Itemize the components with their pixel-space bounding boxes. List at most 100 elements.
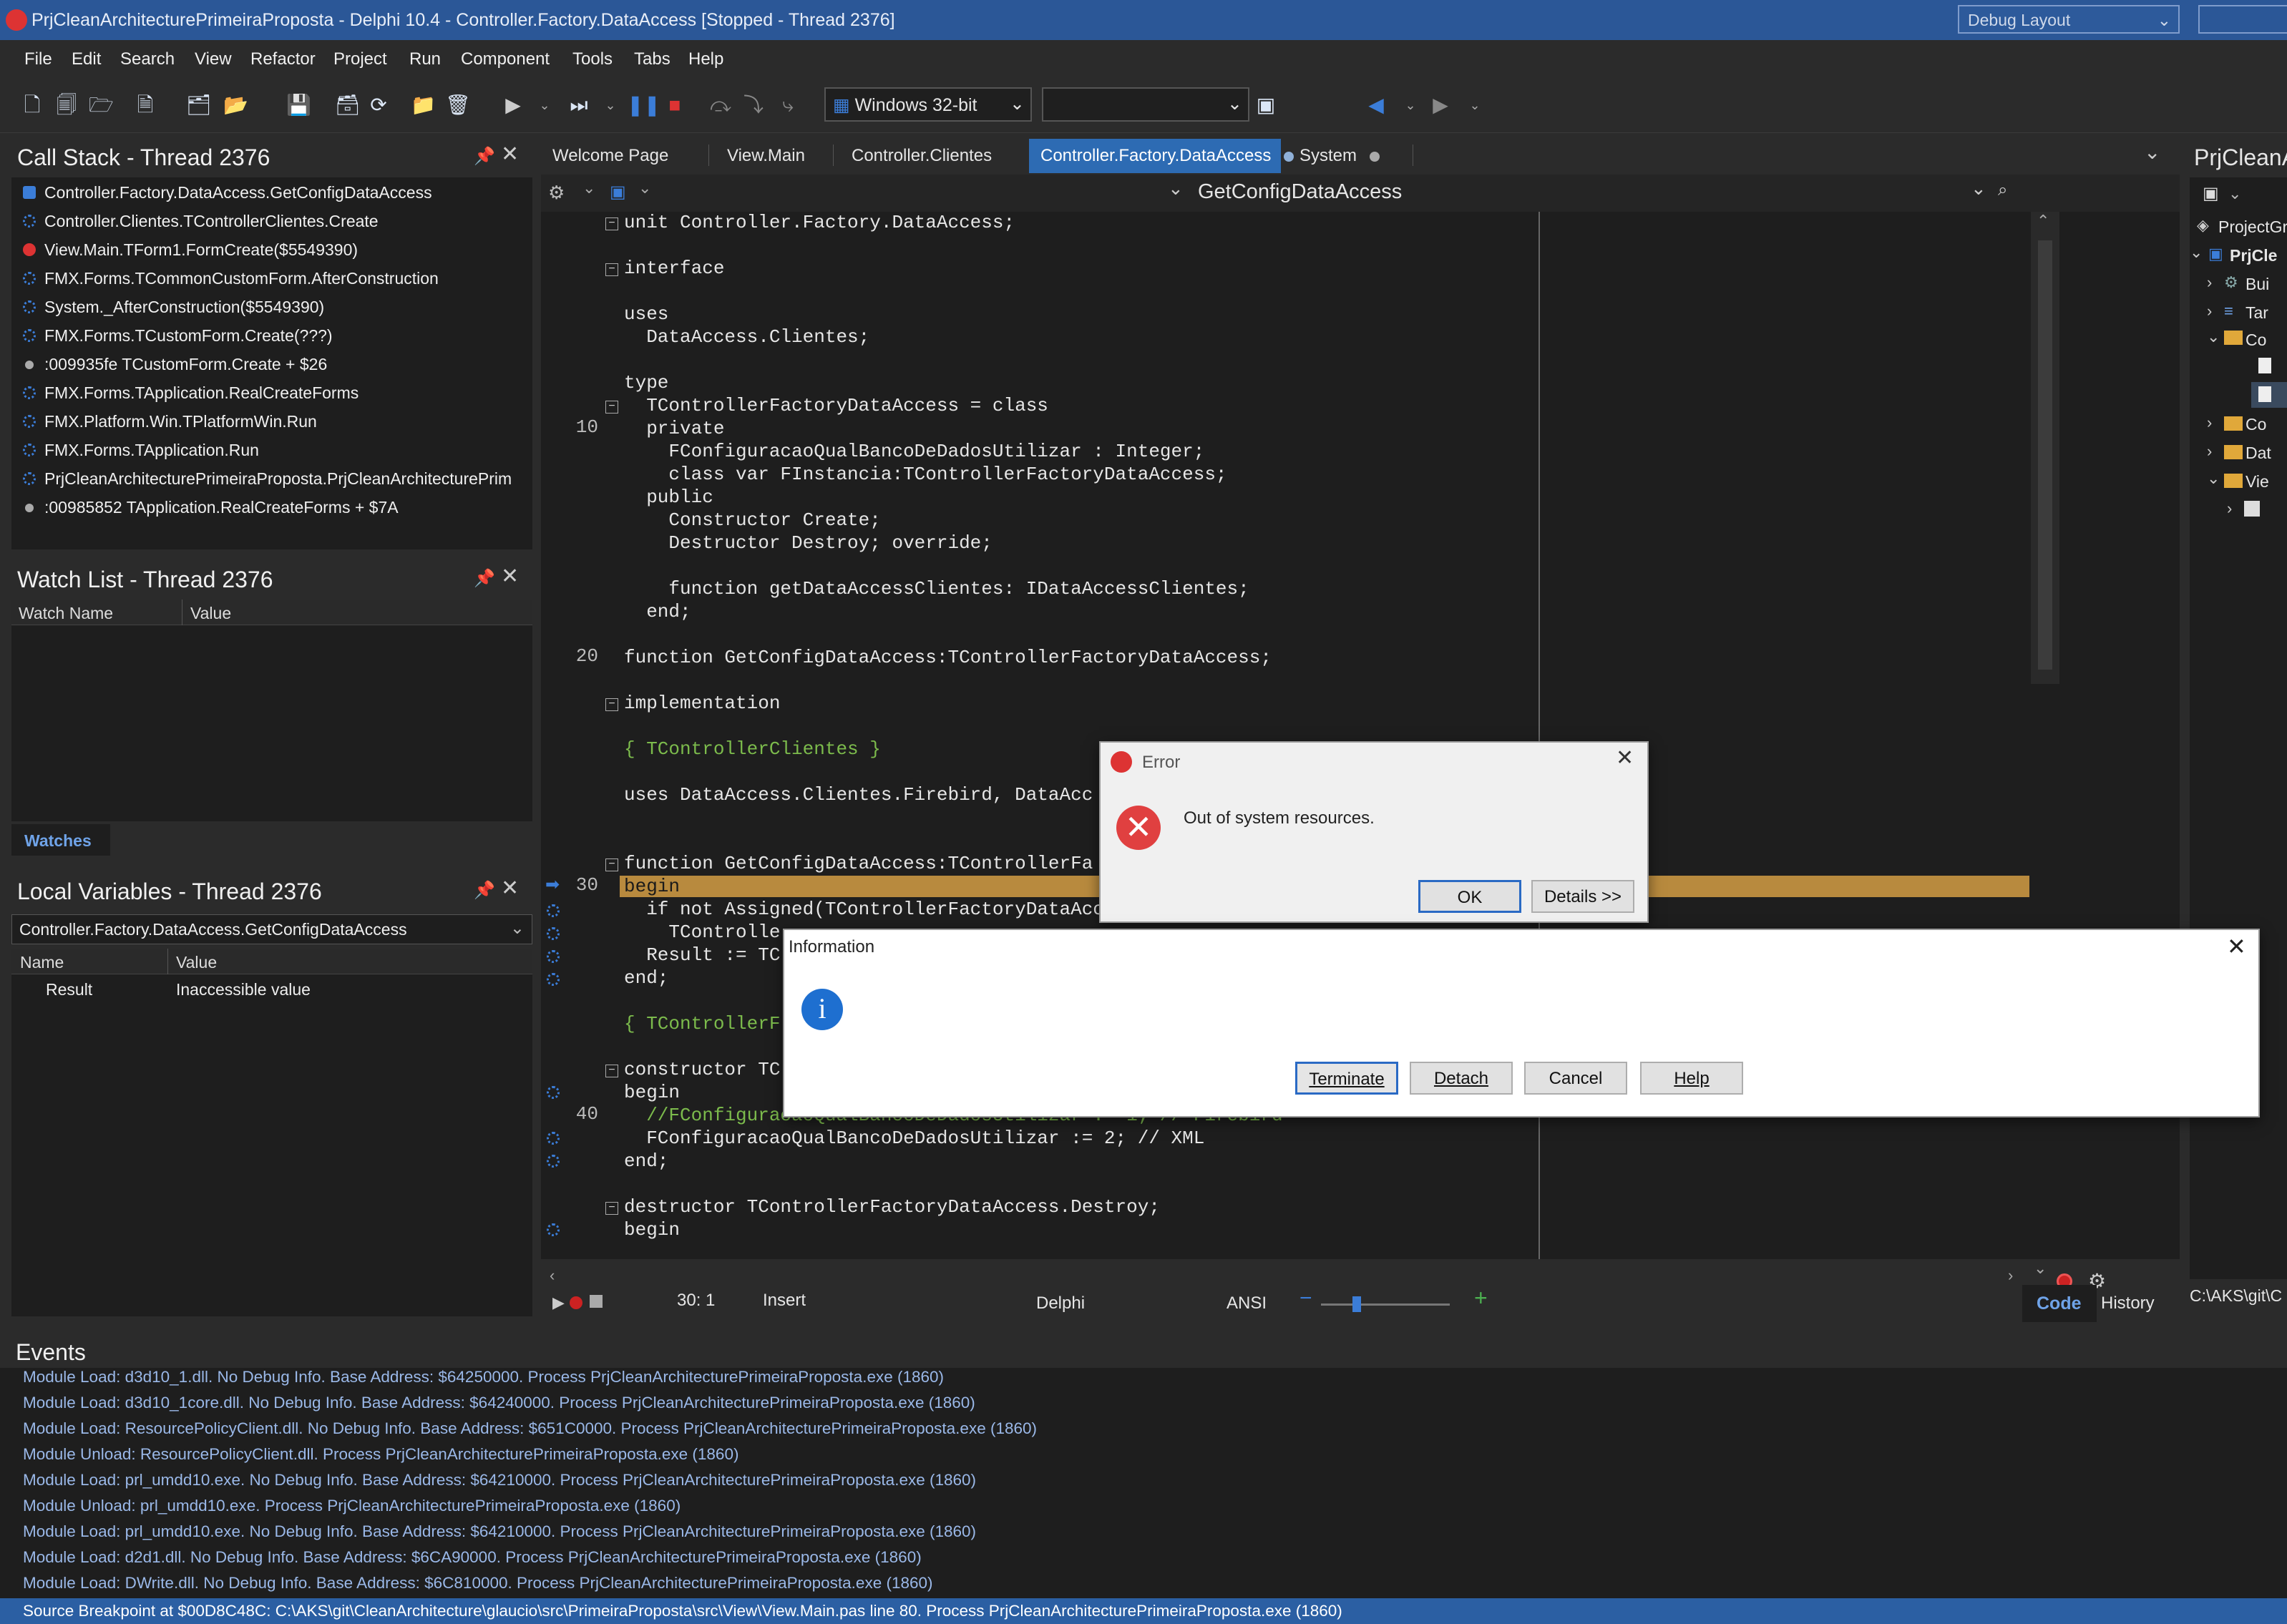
chevron-up-icon[interactable]: ⌃ bbox=[2037, 212, 2049, 230]
list-item[interactable]: :00985852 TApplication.RealCreateForms +… bbox=[11, 494, 532, 522]
chevron-right-icon[interactable]: › bbox=[2207, 302, 2212, 321]
scrollbar-thumb[interactable] bbox=[2038, 240, 2052, 670]
tab-system[interactable]: System bbox=[1288, 139, 1391, 173]
fold-toggle-icon[interactable]: − bbox=[605, 217, 618, 230]
fold-toggle-icon[interactable]: − bbox=[605, 698, 618, 711]
ok-button[interactable]: OK bbox=[1418, 880, 1521, 913]
local-variables-grid[interactable]: Name Value Result Inaccessible value bbox=[11, 949, 532, 1316]
zoom-out-icon[interactable]: − bbox=[1299, 1286, 1312, 1311]
detach-button[interactable]: Detach bbox=[1410, 1062, 1513, 1095]
tab-controller-clientes[interactable]: Controller.Clientes bbox=[840, 139, 1003, 173]
chevron-left-icon[interactable]: ‹ bbox=[550, 1266, 555, 1285]
menu-run[interactable]: Run bbox=[409, 49, 441, 69]
tree-item[interactable]: ProjectGr bbox=[2218, 217, 2287, 237]
chevron-right-icon[interactable]: › bbox=[2207, 414, 2212, 432]
tab-controller-factory-dataaccess[interactable]: Controller.Factory.DataAccess bbox=[1029, 139, 1294, 173]
menu-search[interactable]: Search bbox=[120, 49, 175, 69]
scope-combo[interactable]: Controller.Factory.DataAccess.GetConfigD… bbox=[11, 914, 532, 944]
zoom-slider[interactable] bbox=[1321, 1303, 1450, 1306]
watch-list-grid[interactable]: Watch Name Value bbox=[11, 600, 532, 821]
stop-icon[interactable]: ■ bbox=[663, 93, 687, 117]
debug-line-icon[interactable] bbox=[547, 950, 560, 963]
pin-icon[interactable]: 📌 bbox=[474, 568, 495, 589]
list-item[interactable]: FMX.Forms.TApplication.RealCreateForms bbox=[11, 379, 532, 408]
chevron-down-icon[interactable]: ⌄ bbox=[598, 93, 623, 117]
event-line[interactable]: Module Load: prl_umdd10.exe. No Debug In… bbox=[23, 1522, 976, 1541]
run-without-debug-icon[interactable]: ⏭ bbox=[567, 93, 591, 117]
list-item[interactable]: System._AfterConstruction($5549390) bbox=[11, 293, 532, 322]
list-item[interactable]: View.Main.TForm1.FormCreate($5549390) bbox=[11, 236, 532, 265]
debug-line-icon[interactable] bbox=[547, 1155, 560, 1168]
chevron-down-icon[interactable]: ⌄ bbox=[1463, 93, 1487, 117]
fold-toggle-icon[interactable]: − bbox=[605, 859, 618, 871]
event-line[interactable]: Module Unload: prl_umdd10.exe. Process P… bbox=[23, 1497, 681, 1515]
terminate-button[interactable]: Terminate bbox=[1295, 1062, 1398, 1095]
chevron-down-icon[interactable]: ⌄ bbox=[1971, 177, 1986, 200]
back-arrow-icon[interactable]: ◀ bbox=[1364, 93, 1388, 117]
new-file-icon[interactable]: 🗋 bbox=[20, 93, 44, 117]
event-line[interactable]: Module Load: DWrite.dll. No Debug Info. … bbox=[23, 1574, 933, 1593]
menu-project[interactable]: Project bbox=[333, 49, 387, 69]
close-icon[interactable]: ✕ bbox=[1616, 745, 1634, 771]
event-line[interactable]: Module Load: d3d10_1.dll. No Debug Info.… bbox=[23, 1368, 944, 1386]
class-explorer-icon[interactable]: ⚙ bbox=[548, 182, 565, 204]
list-item[interactable]: FMX.Forms.TCustomForm.Create(???) bbox=[11, 322, 532, 351]
fold-toggle-icon[interactable]: − bbox=[605, 263, 618, 276]
menu-component[interactable]: Component bbox=[461, 49, 550, 69]
tab-welcome-page[interactable]: Welcome Page bbox=[541, 139, 680, 173]
fold-toggle-icon[interactable]: − bbox=[605, 401, 618, 414]
event-line[interactable]: Module Load: ResourcePolicyClient.dll. N… bbox=[23, 1419, 1037, 1438]
event-line[interactable]: Module Load: prl_umdd10.exe. No Debug In… bbox=[23, 1471, 976, 1490]
remove-file-icon[interactable]: 🗑 bbox=[445, 93, 471, 117]
chevron-down-icon[interactable]: ⌄ bbox=[2207, 469, 2220, 488]
close-icon[interactable]: ✕ bbox=[501, 564, 519, 589]
tree-item[interactable]: Co bbox=[2245, 415, 2266, 434]
list-item[interactable]: FMX.Platform.Win.TPlatformWin.Run bbox=[11, 408, 532, 436]
list-item[interactable]: PrjCleanArchitecturePrimeiraProposta.Prj… bbox=[11, 465, 532, 494]
search-icon[interactable]: ⌕ bbox=[1998, 180, 2007, 200]
selected-tree-item[interactable] bbox=[2251, 382, 2287, 408]
list-item[interactable]: Controller.Factory.DataAccess.GetConfigD… bbox=[11, 179, 532, 207]
column-divider[interactable] bbox=[167, 949, 168, 974]
tab-view-main[interactable]: View.Main bbox=[716, 139, 816, 173]
zoom-in-icon[interactable]: + bbox=[1474, 1285, 1488, 1311]
pin-icon[interactable]: 📌 bbox=[474, 880, 495, 901]
stop-record-icon[interactable] bbox=[590, 1295, 603, 1308]
device-icon[interactable]: ▣ bbox=[1254, 93, 1278, 117]
close-icon[interactable]: ✕ bbox=[2227, 933, 2246, 960]
help-button[interactable]: Help bbox=[1640, 1062, 1743, 1095]
chevron-down-icon[interactable]: ⌄ bbox=[638, 179, 651, 197]
ide-search-box[interactable] bbox=[2198, 5, 2287, 34]
pause-icon[interactable]: ❚❚ bbox=[627, 93, 660, 117]
tree-item[interactable]: Dat bbox=[2245, 444, 2271, 463]
trace-into-icon[interactable]: ⤵ bbox=[741, 93, 766, 117]
close-icon[interactable]: ✕ bbox=[501, 876, 519, 901]
vertical-scrollbar[interactable]: ⌃ bbox=[2031, 212, 2059, 684]
chevron-down-icon[interactable]: ⌄ bbox=[532, 93, 557, 117]
tree-item[interactable]: Co bbox=[2245, 331, 2266, 350]
menu-refactor[interactable]: Refactor bbox=[250, 49, 316, 69]
play-macro-icon[interactable]: ▶ bbox=[552, 1293, 565, 1312]
event-line[interactable]: Module Load: d3d10_1core.dll. No Debug I… bbox=[23, 1394, 975, 1412]
cancel-button[interactable]: Cancel bbox=[1524, 1062, 1627, 1095]
chevron-right-icon[interactable]: › bbox=[2227, 499, 2232, 518]
tree-item[interactable]: Bui bbox=[2245, 275, 2269, 294]
forward-arrow-icon[interactable]: ▶ bbox=[1428, 93, 1453, 117]
list-item[interactable]: FMX.Forms.TApplication.Run bbox=[11, 436, 532, 465]
config-combo[interactable]: ⌄ bbox=[1042, 87, 1249, 122]
menu-tabs[interactable]: Tabs bbox=[634, 49, 671, 69]
chevron-right-icon[interactable]: › bbox=[2008, 1266, 2013, 1285]
fold-toggle-icon[interactable]: − bbox=[605, 1202, 618, 1215]
platform-combo[interactable]: ▦ Windows 32-bit ⌄ bbox=[824, 87, 1032, 122]
chevron-down-icon[interactable]: ⌄ bbox=[1168, 177, 1184, 200]
tree-item[interactable]: Vie bbox=[2245, 472, 2269, 491]
selected-event-line[interactable]: Source Breakpoint at $00D8C48C: C:\AKS\g… bbox=[0, 1598, 2287, 1624]
reopen-icon[interactable]: 🗎 bbox=[133, 93, 157, 117]
run-icon[interactable]: ▶ bbox=[501, 93, 525, 117]
step-over-icon[interactable]: ⤼ bbox=[708, 93, 733, 117]
open-folder-icon[interactable]: 📂 bbox=[223, 93, 248, 117]
pin-icon[interactable]: 📌 bbox=[474, 146, 495, 167]
chevron-down-icon[interactable]: ⌄ bbox=[1398, 93, 1423, 117]
debug-line-icon[interactable] bbox=[547, 1132, 560, 1145]
debug-line-icon[interactable] bbox=[547, 973, 560, 986]
